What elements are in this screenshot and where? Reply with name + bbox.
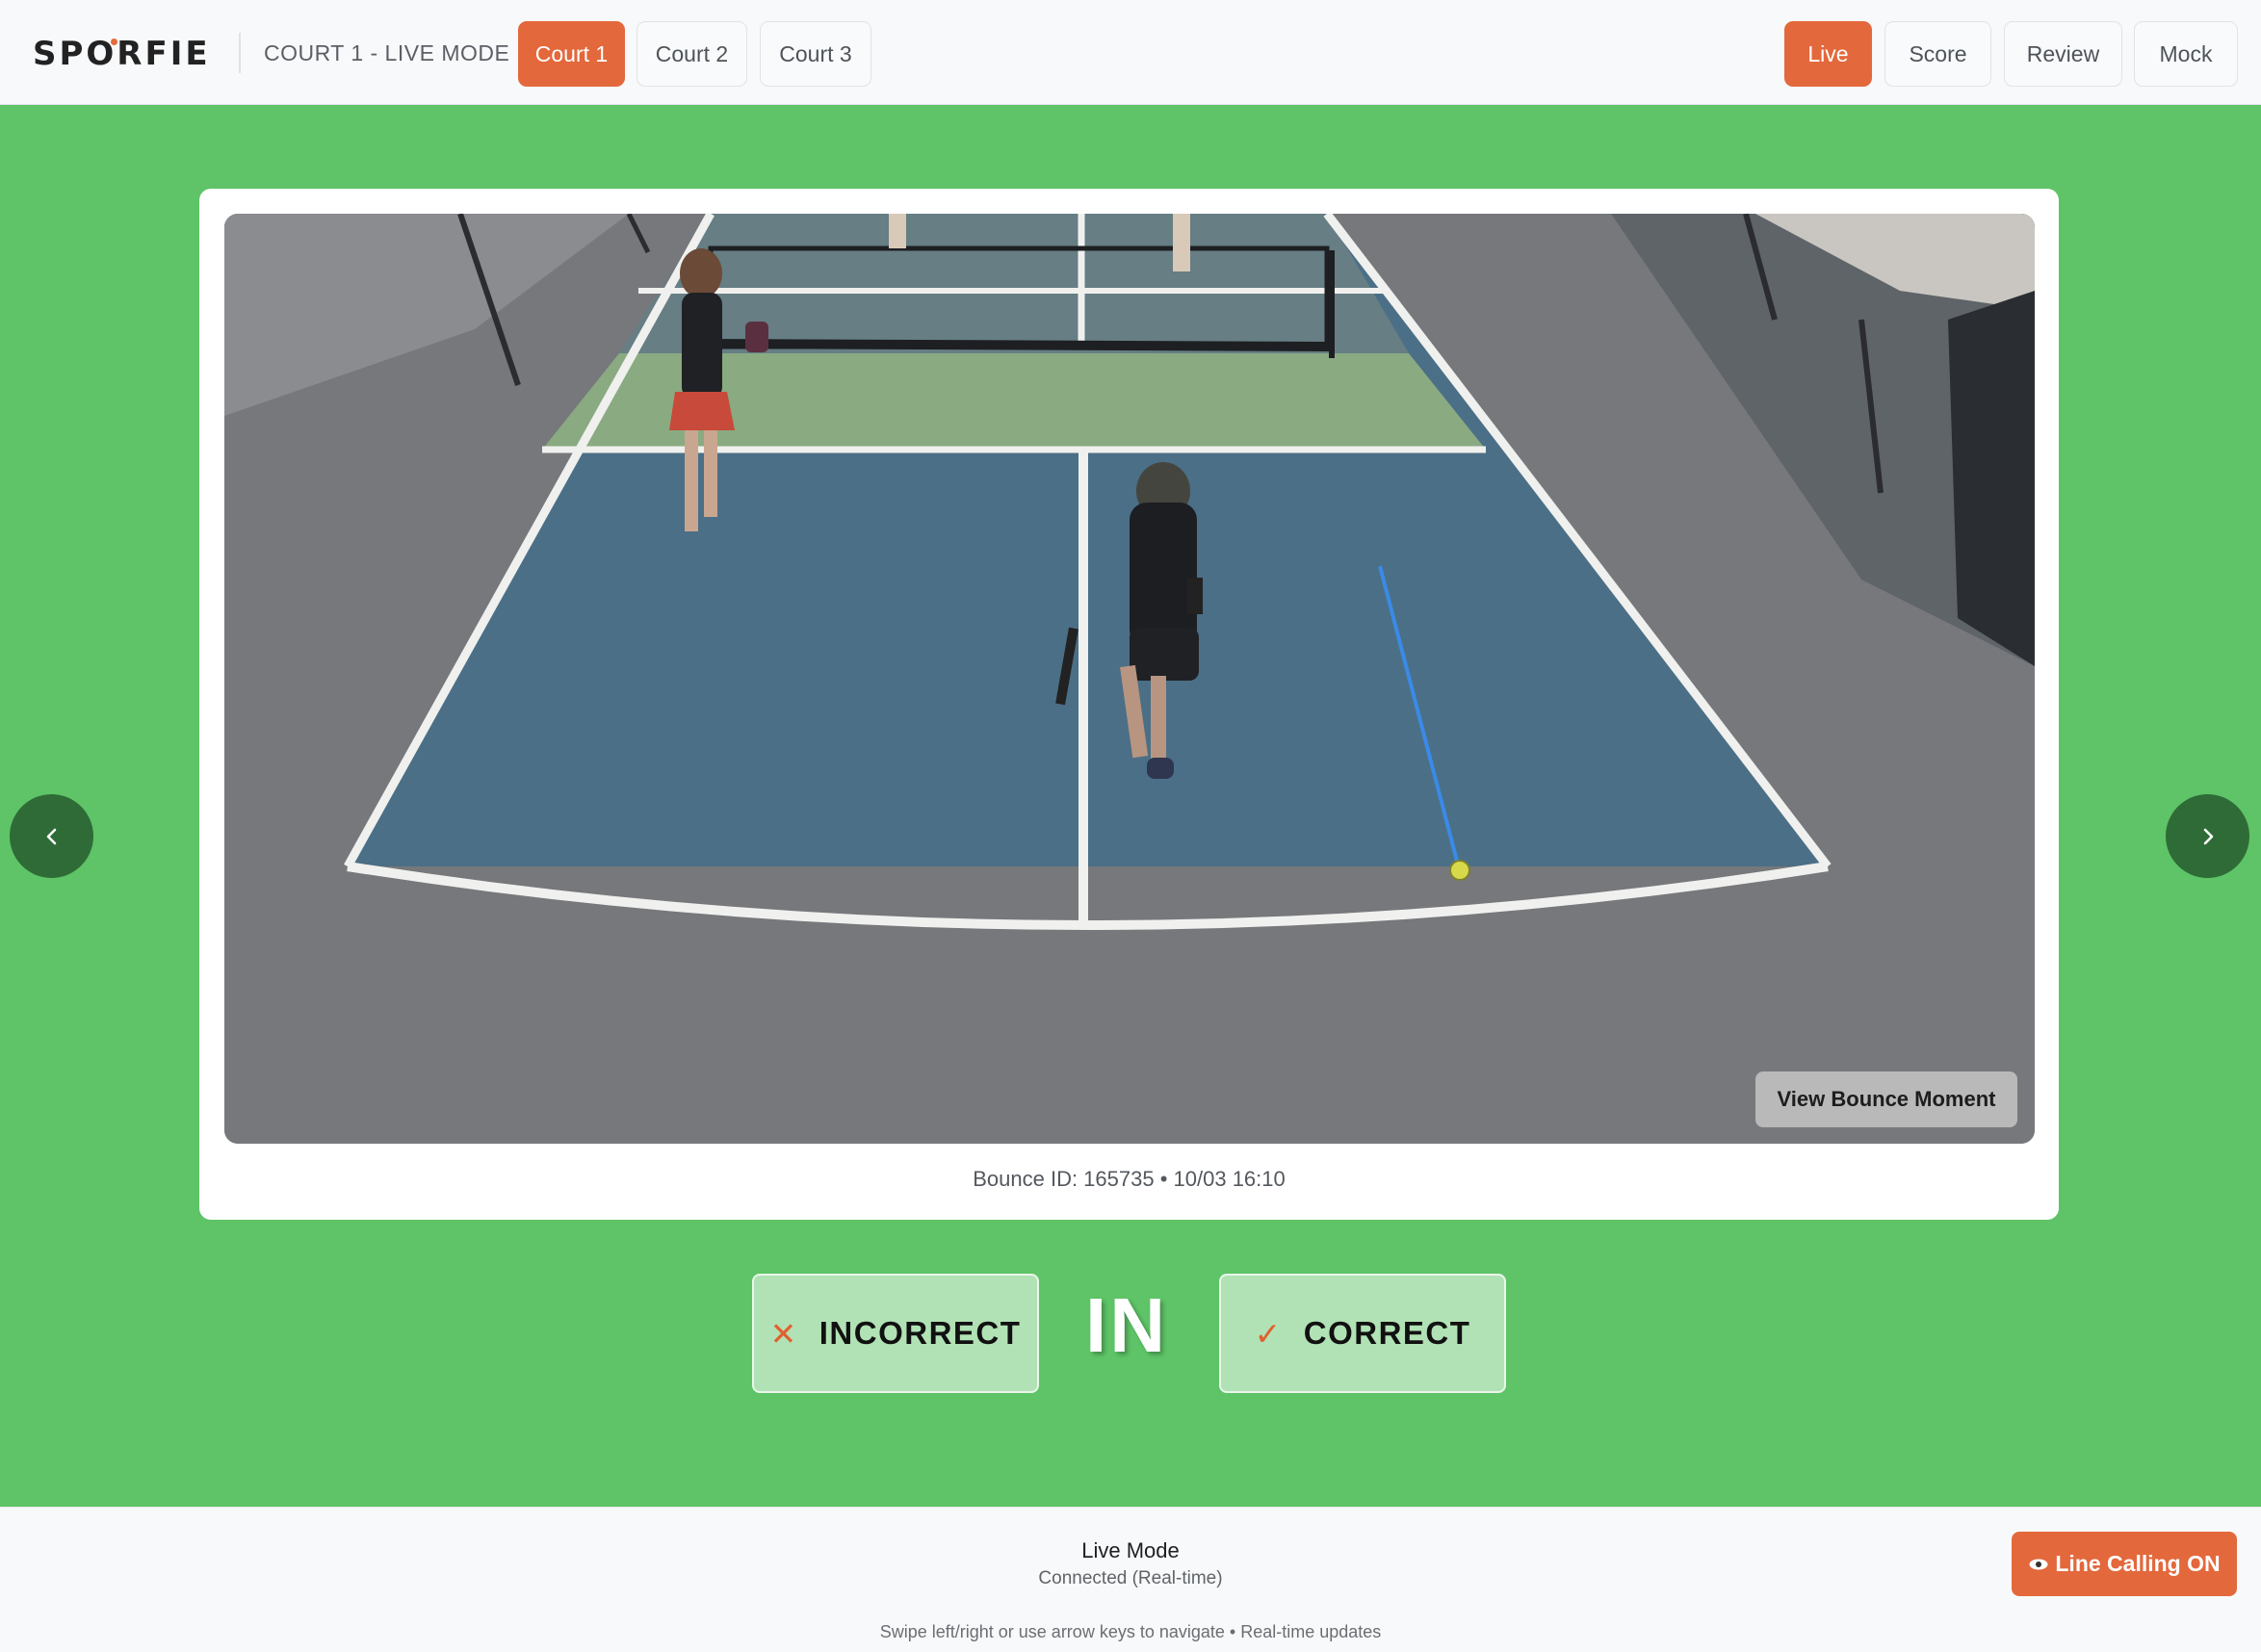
chevron-left-icon — [46, 828, 56, 844]
navigation-hint: Swipe left/right or use arrow keys to na… — [879, 1622, 1382, 1641]
line-calling-label: Line Calling ON — [2055, 1551, 2221, 1576]
eye-icon — [2029, 1559, 2048, 1569]
line-calling-toggle[interactable]: Line Calling ON — [2012, 1532, 2237, 1596]
tab-label: Live — [1807, 40, 1849, 66]
correct-button[interactable]: ✓ CORRECT — [1219, 1274, 1506, 1393]
connection-status: Connected (Real-time) — [1038, 1568, 1223, 1588]
page-title: COURT 1 - LIVE MODE — [264, 40, 510, 65]
incorrect-button[interactable]: ✕ INCORRECT — [752, 1274, 1039, 1393]
checkmark-icon: ✓ — [1254, 1315, 1283, 1352]
top-bar: SPORFIE COURT 1 - LIVE MODE Court 1 Cour… — [0, 0, 2261, 105]
previous-bounce-button[interactable] — [10, 794, 93, 878]
chevron-right-icon — [2203, 828, 2213, 844]
tab-court-2[interactable]: Court 2 — [637, 21, 747, 87]
bounce-video[interactable] — [224, 214, 2035, 1144]
logo: SPORFIE — [33, 35, 211, 73]
tab-review[interactable]: Review — [2004, 21, 2122, 87]
tab-label: Mock — [2159, 40, 2213, 66]
view-bounce-moment-button[interactable]: View Bounce Moment — [1755, 1071, 2017, 1127]
view-bounce-label: View Bounce Moment — [1777, 1087, 1996, 1111]
x-icon: ✕ — [769, 1315, 798, 1352]
tab-mock[interactable]: Mock — [2134, 21, 2238, 87]
bounce-meta: Bounce ID: 165735 • 10/03 16:10 — [973, 1167, 1286, 1191]
tab-score[interactable]: Score — [1884, 21, 1991, 87]
header-divider — [239, 33, 241, 73]
tab-live[interactable]: Live — [1784, 21, 1872, 87]
tab-label: Court 3 — [779, 40, 852, 66]
correct-label: CORRECT — [1303, 1315, 1471, 1351]
logo-dot — [111, 39, 117, 45]
tab-label: Score — [1909, 40, 1967, 66]
tab-court-3[interactable]: Court 3 — [760, 21, 871, 87]
incorrect-label: INCORRECT — [819, 1315, 1022, 1351]
tab-label: Review — [2026, 40, 2100, 66]
tab-court-1[interactable]: Court 1 — [518, 21, 625, 87]
line-call-result: IN — [1085, 1282, 1168, 1368]
footer-mode-title: Live Mode — [1081, 1538, 1180, 1562]
next-bounce-button[interactable] — [2166, 794, 2249, 878]
logo-text: SPORFIE — [33, 35, 211, 73]
tab-label: Court 2 — [655, 40, 729, 66]
tab-label: Court 1 — [534, 40, 609, 66]
court-scene-image — [224, 214, 2035, 1144]
